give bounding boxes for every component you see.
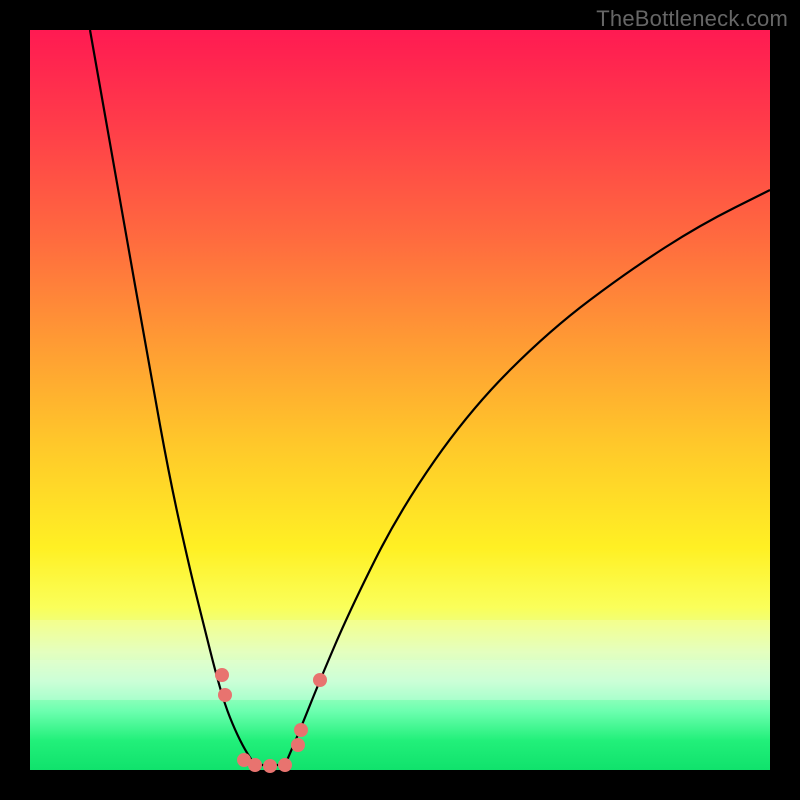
highlight-dot: [291, 738, 305, 752]
highlight-dot: [248, 758, 262, 772]
highlight-dot: [215, 668, 229, 682]
curves-layer: [30, 30, 770, 770]
watermark-text: TheBottleneck.com: [596, 6, 788, 32]
highlight-dot: [263, 759, 277, 773]
highlight-dot: [278, 758, 292, 772]
plot-area: [30, 30, 770, 770]
highlight-dot: [294, 723, 308, 737]
highlight-dot: [313, 673, 327, 687]
right-curve: [285, 190, 770, 765]
highlight-dot: [218, 688, 232, 702]
left-curve: [90, 30, 255, 765]
chart-frame: TheBottleneck.com: [0, 0, 800, 800]
